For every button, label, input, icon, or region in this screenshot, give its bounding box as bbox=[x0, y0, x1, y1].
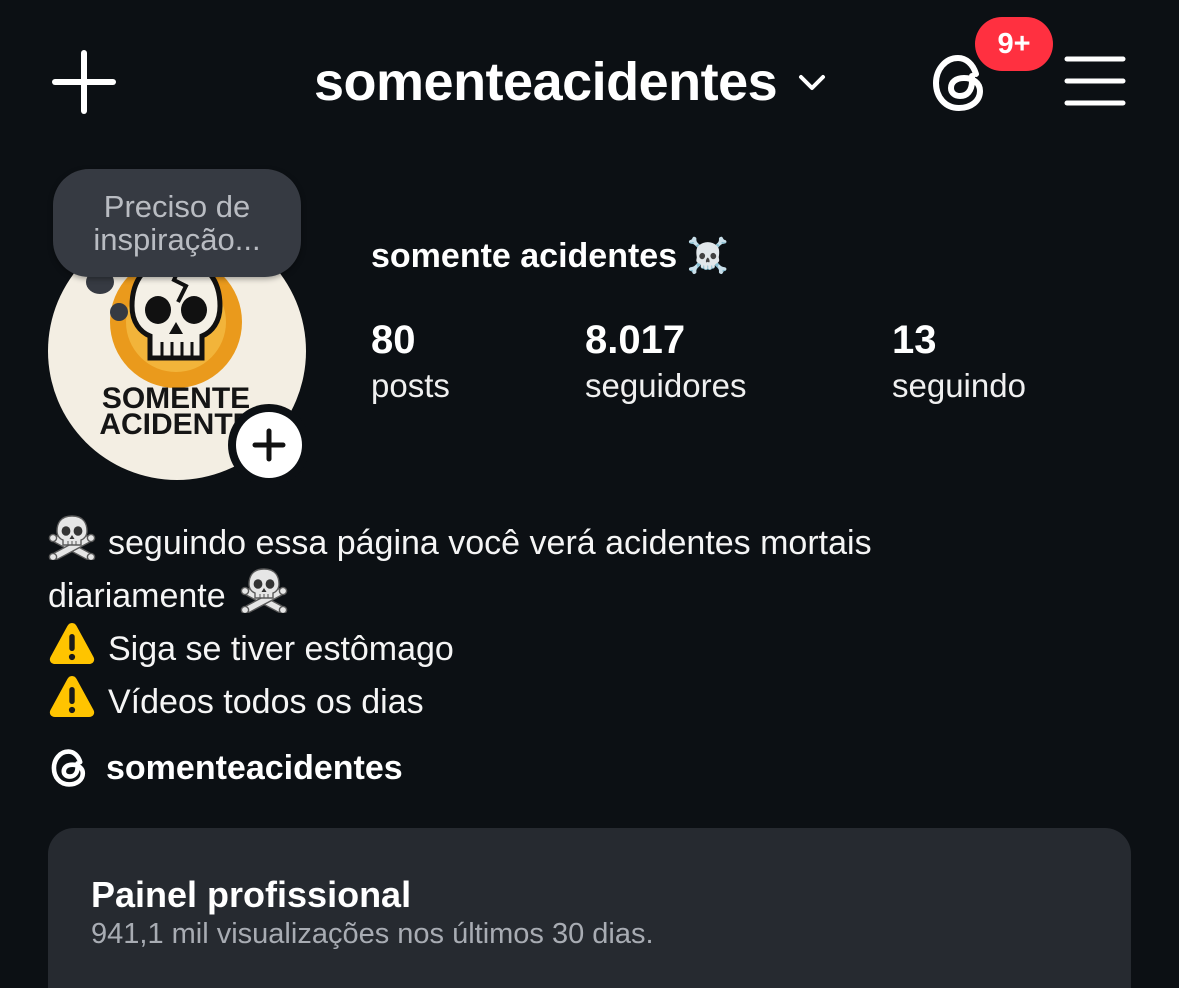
bio-line: Siga se tiver estômago bbox=[48, 620, 1128, 673]
note-bubble[interactable]: Preciso de inspiração... bbox=[53, 169, 301, 277]
chevron-down-icon bbox=[799, 75, 826, 90]
threads-icon bbox=[51, 749, 86, 787]
bio-line-text: Siga se tiver estômago bbox=[108, 630, 454, 668]
stat-value: 13 bbox=[892, 318, 937, 362]
stat-value: 8.017 bbox=[585, 318, 686, 362]
stat-followers[interactable]: 8.017 seguidores bbox=[585, 318, 746, 410]
skull-crossbones-emoji bbox=[240, 567, 288, 613]
stat-posts[interactable]: 80 posts bbox=[371, 318, 450, 410]
bio-line-text: diariamente bbox=[48, 577, 226, 615]
plus-icon bbox=[252, 428, 286, 462]
bio-line: seguindo essa página você verá acidentes… bbox=[48, 514, 1128, 567]
menu-icon bbox=[1064, 56, 1126, 106]
note-bubble-tail-small bbox=[110, 303, 128, 321]
plus-icon bbox=[52, 50, 116, 114]
stat-following[interactable]: 13 seguindo bbox=[892, 318, 1026, 410]
dashboard-subtitle: 941,1 mil visualizações nos últimos 30 d… bbox=[91, 918, 654, 950]
add-story-button[interactable] bbox=[228, 404, 310, 486]
profile-page: somenteacidentes 9+ SOMENTE ACIDENTE Pre… bbox=[0, 0, 1179, 988]
dashboard-title: Painel profissional bbox=[91, 874, 412, 915]
bio: seguindo essa página você verá acidentes… bbox=[48, 514, 1128, 726]
bio-line: Vídeos todos os dias bbox=[48, 673, 1128, 726]
account-switcher[interactable]: somenteacidentes bbox=[314, 50, 829, 114]
header-username: somenteacidentes bbox=[314, 52, 778, 112]
professional-dashboard-card[interactable]: Painel profissional 941,1 mil visualizaç… bbox=[48, 828, 1131, 988]
threads-link-label: somenteacidentes bbox=[106, 748, 403, 787]
skull-crossbones-emoji bbox=[48, 514, 96, 560]
warning-emoji bbox=[48, 673, 96, 719]
top-bar: somenteacidentes 9+ bbox=[0, 0, 1179, 165]
display-name: somente acidentes ☠️ bbox=[371, 237, 729, 275]
threads-profile-link[interactable]: somenteacidentes bbox=[50, 744, 403, 792]
stat-value: 80 bbox=[371, 318, 416, 362]
stat-label: seguidores bbox=[585, 367, 747, 404]
warning-emoji bbox=[48, 620, 96, 666]
stat-label: posts bbox=[371, 367, 450, 404]
notification-badge: 9+ bbox=[975, 17, 1053, 71]
stat-label: seguindo bbox=[892, 367, 1026, 404]
note-text: Preciso de inspiração... bbox=[93, 189, 261, 257]
bio-line: diariamente bbox=[48, 567, 1128, 620]
create-button[interactable] bbox=[48, 46, 120, 118]
bio-line-text: Vídeos todos os dias bbox=[108, 683, 424, 721]
menu-button[interactable] bbox=[1064, 54, 1126, 108]
bio-line-text: seguindo essa página você verá acidentes… bbox=[108, 524, 872, 562]
